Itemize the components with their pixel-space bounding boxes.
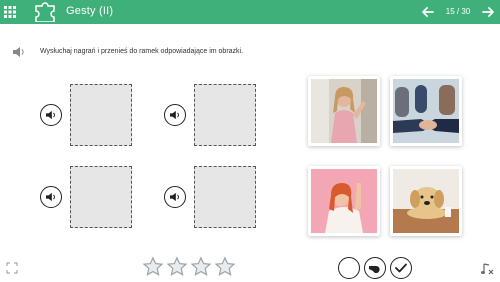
circle-icon — [344, 263, 354, 273]
audio-play-button-2[interactable] — [164, 104, 186, 126]
page-title: Gesty (II) — [66, 5, 114, 17]
woman-pointing-image — [311, 169, 377, 233]
handshake-image — [393, 79, 459, 143]
draggable-image-handshake[interactable] — [390, 76, 462, 146]
top-bar: Gesty (II) 15 / 30 — [0, 0, 500, 24]
puzzle-icon — [35, 2, 55, 22]
speaker-icon — [46, 192, 55, 202]
draggable-image-woman-waving[interactable] — [308, 76, 380, 146]
star-icon — [166, 256, 188, 276]
speaker-icon — [170, 110, 179, 120]
fullscreen-icon[interactable] — [6, 262, 18, 274]
whistle-icon — [369, 265, 380, 273]
drop-frame-3[interactable] — [70, 166, 132, 228]
star-icon — [190, 256, 212, 276]
grid-icon[interactable] — [4, 6, 16, 18]
drop-frame-1[interactable] — [70, 84, 132, 146]
star-icon — [214, 256, 236, 276]
stars-rating — [142, 256, 236, 278]
draggable-image-woman-pointing[interactable] — [308, 166, 380, 236]
music-off-icon[interactable] — [480, 262, 494, 276]
drop-frame-2[interactable] — [194, 84, 256, 146]
arrow-left-icon[interactable] — [420, 4, 436, 20]
audio-play-button-3[interactable] — [40, 186, 62, 208]
drop-frame-4[interactable] — [194, 166, 256, 228]
reset-button[interactable] — [338, 257, 360, 279]
page-indicator: 15 / 30 — [445, 7, 471, 16]
star-icon — [142, 256, 164, 276]
draggable-image-dog[interactable] — [390, 166, 462, 236]
audio-play-button-4[interactable] — [164, 186, 186, 208]
check-button[interactable] — [390, 257, 412, 279]
dog-image — [393, 169, 459, 233]
woman-waving-image — [311, 79, 377, 143]
check-icon — [395, 263, 407, 273]
instruction-text: Wysłuchaj nagrań i przenieś do ramek odp… — [40, 48, 244, 55]
speaker-icon[interactable] — [12, 46, 26, 58]
speaker-icon — [170, 192, 179, 202]
speaker-icon — [46, 110, 55, 120]
arrow-right-icon[interactable] — [480, 4, 496, 20]
audio-play-button-1[interactable] — [40, 104, 62, 126]
hint-button[interactable] — [364, 257, 386, 279]
